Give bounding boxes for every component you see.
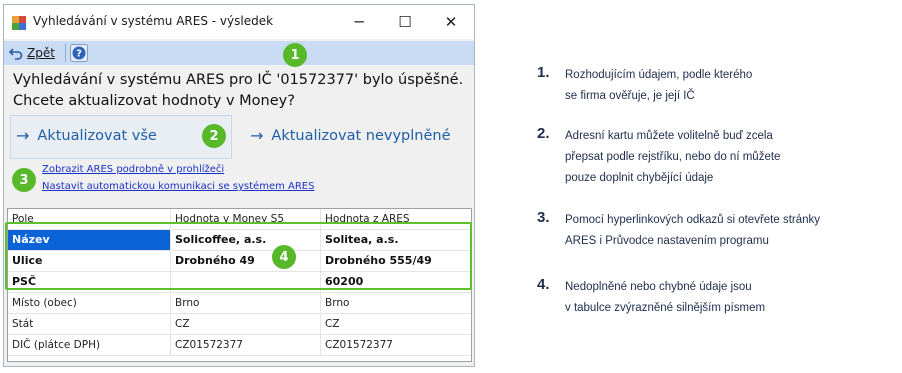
- table-row[interactable]: DIČ (plátce DPH) CZ01572377 CZ01572377: [8, 335, 471, 356]
- note-line: ARES i Průvodce nastavením programu: [565, 235, 769, 247]
- update-all-button[interactable]: → Aktualizovat vše: [16, 126, 157, 145]
- note-line: Adresní kartu můžete volitelně buď zcela: [565, 130, 773, 142]
- note-number: 3.: [537, 209, 550, 226]
- update-empty-button[interactable]: → Aktualizovat nevyplněné: [250, 126, 451, 145]
- note-text: Rozhodujícím údajem, podle kterého se fi…: [565, 65, 752, 107]
- update-all-label: Aktualizovat vše: [37, 127, 157, 144]
- note-line: Nedoplněné nebo chybné údaje jsou: [565, 281, 752, 293]
- note-number: 4.: [537, 276, 550, 293]
- callout-badge-3: 3: [12, 168, 36, 192]
- window-title: Vyhledávání v systému ARES - výsledek: [33, 14, 274, 28]
- table-cell-money: CZ: [171, 314, 321, 334]
- message-line-2: Chcete aktualizovat hodnoty v Money?: [13, 93, 295, 109]
- note-line: Rozhodujícím údajem, podle kterého: [565, 69, 753, 81]
- back-button-label: Zpět: [27, 46, 55, 60]
- arrow-right-icon: →: [16, 126, 30, 145]
- table-cell-ares: CZ: [325, 318, 340, 330]
- table-cell-field: Stát: [8, 314, 171, 334]
- title-bar: Vyhledávání v systému ARES - výsledek ─ …: [4, 5, 474, 39]
- highlight-box-bold-rows: [5, 222, 472, 290]
- arrow-right-icon: →: [250, 126, 264, 145]
- note-line: Pomocí hyperlinkových odkazů si otevřete…: [565, 214, 821, 226]
- table-cell-ares: CZ01572377: [325, 339, 393, 351]
- toolbar-separator: [65, 44, 66, 62]
- help-icon[interactable]: ?: [70, 44, 88, 62]
- table-cell-money: CZ01572377: [171, 335, 321, 355]
- table-cell-field: Místo (obec): [8, 293, 171, 313]
- undo-arrow-icon: [9, 48, 23, 60]
- note-line: se firma ověřuje, je její IČ: [565, 90, 695, 102]
- note-line: v tabulce zvýrazněné silnějším písmem: [565, 302, 766, 314]
- message-line-1: Vyhledávání v systému ARES pro IČ '01572…: [13, 72, 464, 88]
- auto-setup-link[interactable]: Nastavit automatickou komunikaci se syst…: [42, 181, 314, 192]
- update-empty-label: Aktualizovat nevyplněné: [271, 127, 451, 144]
- show-ares-link[interactable]: Zobrazit ARES podrobně v prohlížeči: [42, 164, 224, 175]
- table-row[interactable]: Místo (obec) Brno Brno: [8, 293, 471, 314]
- callout-badge-4: 4: [272, 245, 296, 269]
- note-line: přepsat podle rejstříku, nebo do ní může…: [565, 151, 781, 163]
- app-icon: [12, 16, 26, 30]
- minimize-button[interactable]: ─: [336, 5, 382, 39]
- back-button[interactable]: Zpět: [9, 44, 55, 62]
- table-cell-ares: Brno: [325, 297, 350, 309]
- note-number: 1.: [537, 64, 550, 81]
- toolbar: Zpět ?: [4, 41, 474, 65]
- callout-badge-2: 2: [202, 124, 226, 148]
- table-cell-field: DIČ (plátce DPH): [8, 335, 171, 355]
- maximize-button[interactable]: ☐: [382, 5, 428, 39]
- table-row[interactable]: Stát CZ CZ: [8, 314, 471, 335]
- close-button[interactable]: ✕: [428, 5, 474, 39]
- note-text: Adresní kartu můžete volitelně buď zcela…: [565, 126, 780, 189]
- note-number: 2.: [537, 125, 550, 142]
- result-message: Vyhledávání v systému ARES pro IČ '01572…: [13, 70, 463, 112]
- note-text: Pomocí hyperlinkových odkazů si otevřete…: [565, 210, 820, 252]
- note-line: pouze doplnit chybějící údaje: [565, 172, 714, 184]
- note-text: Nedoplněné nebo chybné údaje jsou v tabu…: [565, 277, 765, 319]
- callout-badge-1: 1: [283, 43, 307, 67]
- ares-result-window: Vyhledávání v systému ARES - výsledek ─ …: [3, 4, 475, 367]
- svg-text:?: ?: [76, 49, 82, 60]
- table-cell-money: Brno: [171, 293, 321, 313]
